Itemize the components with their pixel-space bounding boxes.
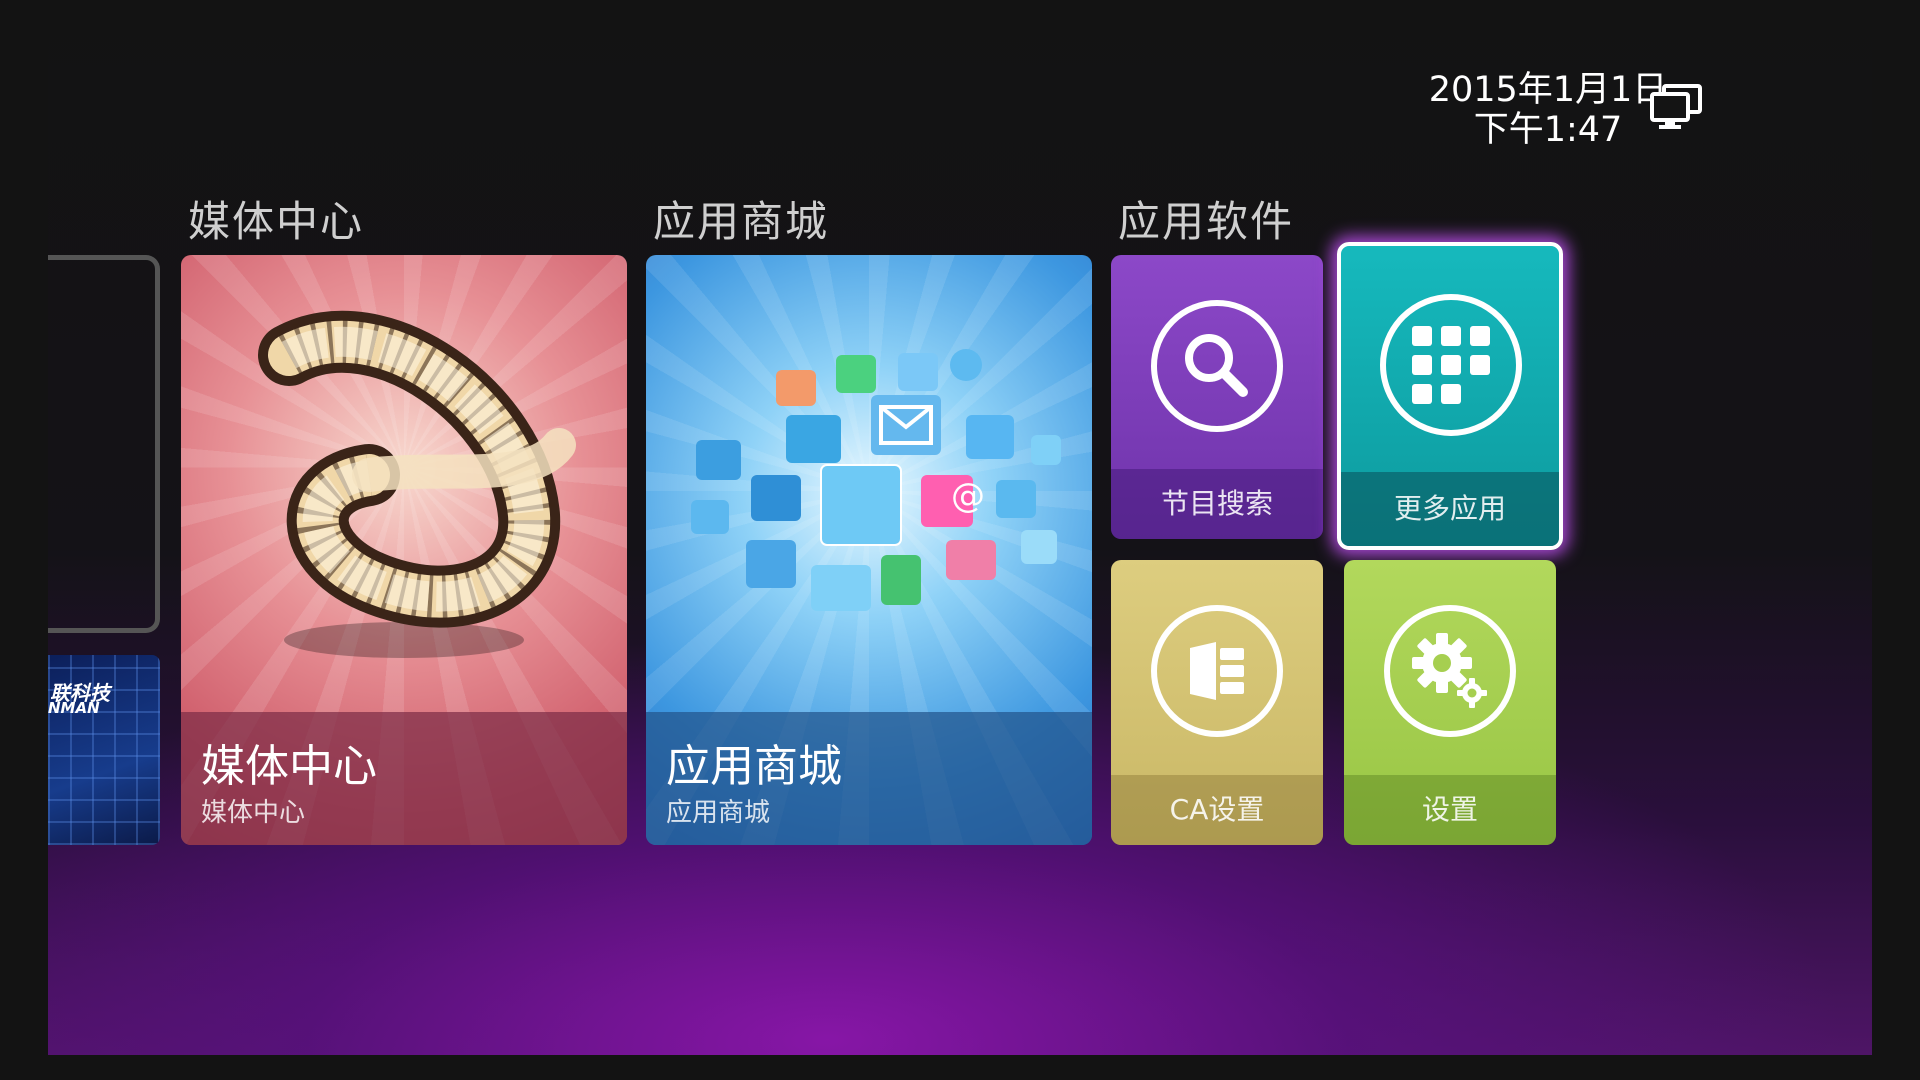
app-store-card[interactable]: @ 应用商城 应用商城 bbox=[646, 255, 1092, 845]
more-apps-tile[interactable]: 更多应用 bbox=[1337, 242, 1563, 550]
grid-icon bbox=[1380, 294, 1522, 436]
app-cloud-icon: @ bbox=[691, 349, 1061, 611]
media-center-caption: 媒体中心 媒体中心 bbox=[181, 712, 627, 845]
app-store-title: 应用商城 bbox=[666, 741, 842, 792]
section-title-apps: 应用软件 bbox=[1118, 197, 1295, 246]
ca-settings-tile[interactable]: CA设置 bbox=[1111, 560, 1323, 845]
search-icon bbox=[1151, 300, 1283, 432]
program-search-tile[interactable]: 节目搜索 bbox=[1111, 255, 1323, 539]
section-title-store: 应用商城 bbox=[653, 197, 830, 246]
partial-tile[interactable] bbox=[48, 255, 160, 633]
app-store-caption: 应用商城 应用商城 bbox=[646, 712, 1092, 845]
monitor-icon[interactable] bbox=[1648, 82, 1706, 132]
media-center-title: 媒体中心 bbox=[201, 741, 377, 792]
ca-card-icon bbox=[1151, 605, 1283, 737]
program-search-label: 节目搜索 bbox=[1160, 487, 1273, 520]
launcher-screen: 2015年1月1日 下午1:47 联科技 NMAN 媒体中心 应用商城 应用软件… bbox=[48, 0, 1872, 1055]
media-center-subtitle: 媒体中心 bbox=[201, 798, 306, 828]
gear-icon bbox=[1384, 605, 1516, 737]
section-title-media: 媒体中心 bbox=[188, 197, 365, 246]
more-apps-caption: 更多应用 bbox=[1341, 472, 1559, 546]
ca-settings-caption: CA设置 bbox=[1111, 775, 1323, 845]
settings-label: 设置 bbox=[1421, 793, 1478, 826]
partial-thumbnail[interactable]: 联科技 NMAN bbox=[48, 655, 160, 845]
program-search-caption: 节目搜索 bbox=[1111, 469, 1323, 539]
ca-settings-label: CA设置 bbox=[1169, 793, 1265, 826]
settings-tile[interactable]: 设置 bbox=[1344, 560, 1556, 845]
svg-text:@: @ bbox=[951, 476, 985, 516]
media-center-card[interactable]: 媒体中心 媒体中心 bbox=[181, 255, 627, 845]
more-apps-label: 更多应用 bbox=[1393, 492, 1506, 525]
partial-brand-en: NMAN bbox=[48, 699, 100, 717]
settings-caption: 设置 bbox=[1344, 775, 1556, 845]
app-store-subtitle: 应用商城 bbox=[666, 798, 771, 828]
film-reel-icon bbox=[258, 310, 576, 658]
